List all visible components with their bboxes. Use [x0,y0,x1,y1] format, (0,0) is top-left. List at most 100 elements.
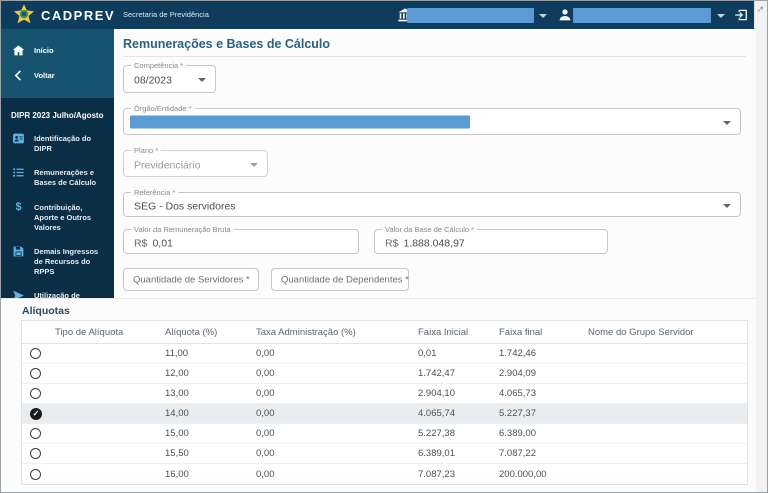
cadprev-window: CADPREV Secretaria de Previdência ↗ Iníc… [0,0,768,493]
table-cell: 200.000,00 [499,468,547,480]
aliquota-table-row: 11,00 0,00 0,01 1.742,46 [22,344,747,364]
table-cell: 0,00 [256,448,275,459]
radio-cell [22,348,48,359]
aliquota-table-row: ✓ 14,00 0,00 4.065,74 5.227,37 [22,404,747,424]
table-cell: 15,50 [165,448,189,459]
mouse-cursor: ↗ [756,4,764,14]
column-header: Faixa Inicial [418,326,469,338]
table-cell: 2.904,09 [499,368,536,379]
chevron-down-icon [198,78,206,82]
field-label: Valor da Base de Cálculo * [382,225,478,234]
dollar-icon: $ [15,200,22,213]
column-header: Taxa Administração (%) [256,326,356,338]
radio-cell [22,448,48,459]
table-cell: 0,00 [256,388,275,399]
table-cell: 2.904,10 [418,388,455,399]
field-label: Quantidade de Servidores * [133,274,250,285]
radio-cell [22,388,48,399]
sidebar-item-demais-ingressos[interactable]: Demais Ingressos de Recursos do RPPS [1,239,114,283]
radio-icon[interactable] [30,448,41,459]
table-cell: 13,00 [165,388,189,399]
entity-select-redacted[interactable] [407,8,534,23]
orgao-value-redacted [130,115,470,128]
table-cell: 4.065,73 [499,388,536,399]
column-header: Nome do Grupo Servidor [588,326,694,338]
table-header-row: Tipo de Alíquota Alíquota (%) Taxa Admin… [22,321,747,344]
table-cell: 15,00 [165,428,189,439]
aliquota-table-row: 16,00 0,00 7.087,23 200.000,00 [22,464,747,484]
table-cell: 0,00 [256,368,275,379]
table-cell: 0,00 [256,468,275,480]
field-value: SEG - Dos servidores [134,199,236,212]
table-cell: 6.389,01 [418,448,455,459]
sidebar-section-title: DIPR 2023 Julho/Agosto [11,111,104,120]
chevron-left-icon [14,70,21,81]
aliquotas-title: Alíquotas [22,305,70,317]
main-content: Remunerações e Bases de Cálculo Competên… [114,29,756,298]
page-title: Remunerações e Bases de Cálculo [123,37,331,51]
quantidade-servidores-input[interactable]: Quantidade de Servidores * [123,268,259,291]
sidebar-item-voltar[interactable]: Voltar [1,63,114,88]
radio-icon[interactable] [30,428,41,439]
radio-icon[interactable] [30,468,41,480]
radio-cell [22,368,48,379]
chevron-down-icon [539,14,547,18]
chevron-down-icon [250,162,258,167]
valor-base-calculo-input[interactable]: Valor da Base de Cálculo * R$ 1.888.048,9… [374,225,608,254]
quantidade-dependentes-input[interactable]: Quantidade de Dependentes * [271,268,409,291]
aliquota-table-row: 15,00 0,00 5.227,38 6.389,00 [22,424,747,444]
id-card-icon [13,133,24,144]
sidebar-item-label: Contribuição, Aporte e Outros Valores [34,202,92,232]
sidebar-item-label: Voltar [34,71,55,80]
field-label: Quantidade de Dependentes * [281,274,409,285]
radio-selected-icon[interactable]: ✓ [30,407,42,420]
field-label: Competência * [131,61,187,70]
currency-amount: 0,01 [152,236,173,249]
table-cell: 1.742,46 [499,348,536,359]
app-subtitle: Secretaria de Previdência [123,10,209,19]
user-select-redacted[interactable] [573,8,711,23]
sidebar-item-identificacao-dipr[interactable]: Identificação do DIPR [1,126,114,160]
referencia-select[interactable]: Referência * SEG - Dos servidores [123,188,741,217]
brazil-coat-of-arms-logo [13,4,35,24]
sidebar-item-contribuicao[interactable]: $ Contribuição, Aporte e Outros Valores [1,195,114,239]
radio-icon[interactable] [30,368,41,379]
currency-prefix: R$ [385,236,399,249]
column-header: Alíquota (%) [165,326,218,338]
sidebar-item-label: Demais Ingressos de Recursos do RPPS [34,246,99,277]
currency-amount: 1.888.048,97 [403,236,465,249]
table-cell: 16,00 [165,468,189,480]
user-icon [559,9,571,21]
field-label: Plano * [131,146,162,155]
radio-cell [22,428,48,439]
aliquotas-table: Tipo de Alíquota Alíquota (%) Taxa Admin… [21,320,748,485]
sidebar-item-remuneracoes[interactable]: Remunerações e Bases de Cálculo [1,160,114,194]
table-cell: 7.087,22 [499,448,536,459]
table-cell: 7.087,23 [418,468,455,480]
table-cell: 5.227,38 [418,428,455,439]
logout-icon[interactable] [734,8,748,22]
orgao-entidade-select[interactable]: Órgão/Entidade * [123,104,741,135]
save-icon [13,246,24,257]
radio-icon[interactable] [30,348,41,359]
radio-icon[interactable] [30,388,41,399]
chevron-down-icon [723,120,731,125]
column-header: Tipo de Alíquota [55,326,124,338]
competencia-select[interactable]: Competência * 08/2023 [123,61,216,93]
field-label: Referência * [131,188,179,197]
field-label: Valor da Remuneração Bruta [131,225,234,234]
sidebar-item-inicio[interactable]: Início [1,38,114,63]
field-label: Órgão/Entidade * [131,104,195,113]
sidebar-item-label: Identificação do DIPR [34,134,92,154]
brand-title: CADPREV [41,8,116,23]
field-value: R$ 1.888.048,97 [385,237,465,249]
valor-remuneracao-bruta-input[interactable]: Valor da Remuneração Bruta R$ 0,01 [123,225,359,254]
currency-prefix: R$ [134,236,148,249]
field-value: Previdenciário [134,158,201,171]
table-cell: 14,00 [165,408,189,419]
sidebar-item-label: Início [34,46,54,55]
table-cell: 4.065,74 [418,408,455,419]
plano-select[interactable]: Plano * Previdenciário [123,146,268,177]
chevron-down-icon [717,14,725,18]
aliquota-table-row: 13,00 0,00 2.904,10 4.065,73 [22,384,747,404]
